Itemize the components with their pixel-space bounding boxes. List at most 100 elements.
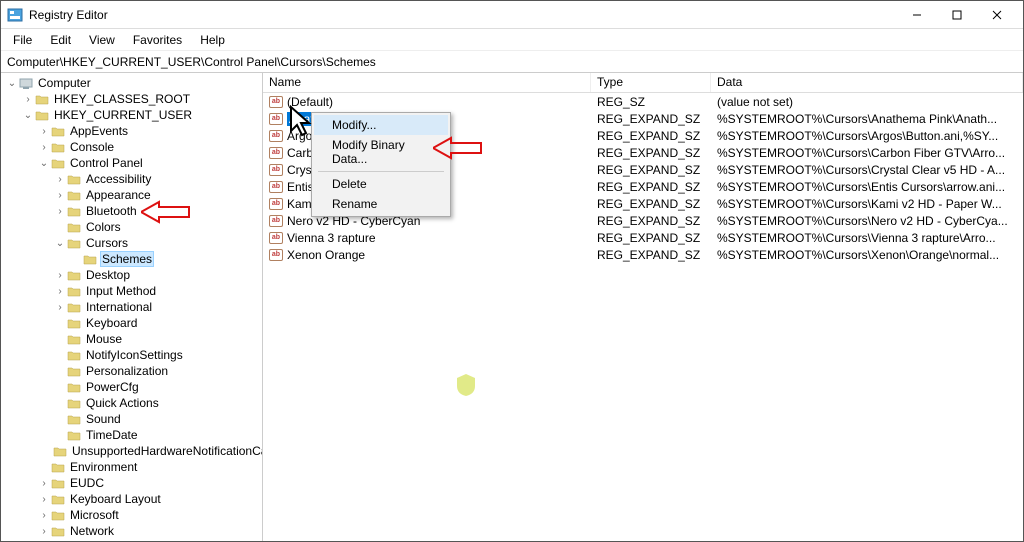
tree-caret-icon[interactable]: › [21, 94, 35, 105]
column-header[interactable]: Name [263, 73, 591, 92]
context-menu-item[interactable]: Delete [314, 174, 448, 194]
menu-favorites[interactable]: Favorites [125, 31, 190, 49]
context-menu-item[interactable]: Modify Binary Data... [314, 135, 448, 169]
tree-node[interactable]: ⌄ Computer [1, 75, 262, 91]
menu-edit[interactable]: Edit [42, 31, 79, 49]
tree-node[interactable]: Personalization [1, 363, 262, 379]
menu-help[interactable]: Help [192, 31, 233, 49]
tree-caret-icon[interactable]: ⌄ [21, 110, 35, 121]
tree-node[interactable]: NotifyIconSettings [1, 347, 262, 363]
tree-caret-icon[interactable]: › [37, 478, 51, 489]
value-data: %SYSTEMROOT%\Cursors\Nero v2 HD - CyberC… [711, 214, 1023, 228]
tree-caret-icon[interactable]: › [37, 510, 51, 521]
list-row[interactable]: abVienna 3 raptureREG_EXPAND_SZ%SYSTEMRO… [263, 229, 1023, 246]
annotation-arrow-icon [433, 135, 483, 161]
tree-label: Environment [68, 460, 139, 474]
string-value-icon: ab [269, 130, 283, 142]
tree-node[interactable]: › EUDC [1, 475, 262, 491]
tree-caret-icon[interactable]: ⌄ [53, 238, 67, 249]
minimize-button[interactable] [897, 2, 937, 28]
tree-node[interactable]: ›AppEvents [1, 123, 262, 139]
tree-caret-icon[interactable]: ⌄ [5, 78, 19, 89]
tree-label: Keyboard Layout [68, 492, 163, 506]
tree-label: Quick Actions [84, 396, 161, 410]
tree-node[interactable]: Keyboard [1, 315, 262, 331]
tree-node[interactable]: ›Accessibility [1, 171, 262, 187]
tree-caret-icon[interactable]: › [37, 142, 51, 153]
column-header[interactable]: Type [591, 73, 711, 92]
tree-node[interactable]: ⌄HKEY_CURRENT_USER [1, 107, 262, 123]
tree-node[interactable]: ›Network [1, 523, 262, 539]
tree-node[interactable]: Schemes [1, 251, 262, 267]
tree-node[interactable]: › Keyboard Layout [1, 491, 262, 507]
tree-node[interactable]: TimeDate [1, 427, 262, 443]
tree-node[interactable]: › Console [1, 139, 262, 155]
tree-label: Console [68, 140, 116, 154]
list-header[interactable]: NameTypeData [263, 73, 1023, 93]
value-data: %SYSTEMROOT%\Cursors\Entis Cursors\arrow… [711, 180, 1023, 194]
list-row[interactable]: ab(Default)REG_SZ(value not set) [263, 93, 1023, 110]
folder-icon [35, 108, 49, 122]
folder-icon [67, 332, 81, 346]
tree-node[interactable]: ›Microsoft [1, 507, 262, 523]
value-type: REG_SZ [591, 95, 711, 109]
tree-node[interactable]: ›International [1, 299, 262, 315]
list-pane[interactable]: NameTypeData ab(Default)REG_SZ(value not… [263, 73, 1023, 541]
value-name: Xenon Orange [287, 248, 365, 262]
value-data: (value not set) [711, 95, 1023, 109]
tree-label: Mouse [84, 332, 124, 346]
string-value-icon: ab [269, 249, 283, 261]
tree-caret-icon[interactable]: › [53, 302, 67, 313]
menu-separator [318, 171, 444, 172]
string-value-icon: ab [269, 181, 283, 193]
tree-caret-icon[interactable]: › [37, 526, 51, 537]
folder-icon [35, 92, 49, 106]
tree-node[interactable]: ⌄Control Panel [1, 155, 262, 171]
menu-view[interactable]: View [81, 31, 123, 49]
tree-node[interactable]: Mouse [1, 331, 262, 347]
address-bar[interactable]: Computer\HKEY_CURRENT_USER\Control Panel… [1, 51, 1023, 73]
list-row[interactable]: abXenon OrangeREG_EXPAND_SZ%SYSTEMROOT%\… [263, 246, 1023, 263]
tree-node[interactable]: ›Desktop [1, 267, 262, 283]
tree-caret-icon[interactable]: › [53, 190, 67, 201]
maximize-button[interactable] [937, 2, 977, 28]
tree-label: Input Method [84, 284, 158, 298]
tree-caret-icon[interactable]: › [53, 286, 67, 297]
value-data: %SYSTEMROOT%\Cursors\Kami v2 HD - Paper … [711, 197, 1023, 211]
tree-node[interactable]: ⌄Cursors [1, 235, 262, 251]
folder-icon [51, 156, 65, 170]
tree-node[interactable]: › Input Method [1, 283, 262, 299]
menu-file[interactable]: File [5, 31, 40, 49]
tree-node[interactable]: ›Appearance [1, 187, 262, 203]
context-menu-item[interactable]: Rename [314, 194, 448, 214]
tree-caret-icon[interactable]: › [53, 270, 67, 281]
folder-icon [67, 412, 81, 426]
tree-label: Computer [36, 76, 93, 90]
tree-node[interactable]: ›Bluetooth [1, 203, 262, 219]
titlebar: Registry Editor [1, 1, 1023, 29]
tree-node[interactable]: PowerCfg [1, 379, 262, 395]
context-menu-item[interactable]: Modify... [314, 115, 448, 135]
folder-icon [51, 124, 65, 138]
close-button[interactable] [977, 2, 1017, 28]
value-data: %SYSTEMROOT%\Cursors\Vienna 3 rapture\Ar… [711, 231, 1023, 245]
tree-caret-icon[interactable]: › [37, 494, 51, 505]
folder-icon [83, 252, 97, 266]
tree-label: EUDC [68, 476, 106, 490]
tree-node[interactable]: Quick Actions [1, 395, 262, 411]
tree-node[interactable]: ›HKEY_CLASSES_ROOT [1, 91, 262, 107]
tree-caret-icon[interactable]: › [53, 174, 67, 185]
tree-node[interactable]: Sound [1, 411, 262, 427]
tree-caret-icon[interactable]: › [37, 126, 51, 137]
tree-caret-icon[interactable]: › [53, 206, 67, 217]
tree-node[interactable]: UnsupportedHardwareNotificationCache [1, 443, 262, 459]
tree-node[interactable]: Environment [1, 459, 262, 475]
folder-icon [67, 300, 81, 314]
column-header[interactable]: Data [711, 73, 1023, 92]
tree-pane[interactable]: ⌄ Computer›HKEY_CLASSES_ROOT⌄HKEY_CURRENT… [1, 73, 263, 541]
tree-node[interactable]: ›Printers [1, 539, 262, 541]
value-data: %SYSTEMROOT%\Cursors\Carbon Fiber GTV\Ar… [711, 146, 1023, 160]
tree-caret-icon[interactable]: ⌄ [37, 158, 51, 169]
tree-node[interactable]: Colors [1, 219, 262, 235]
folder-icon [67, 236, 81, 250]
